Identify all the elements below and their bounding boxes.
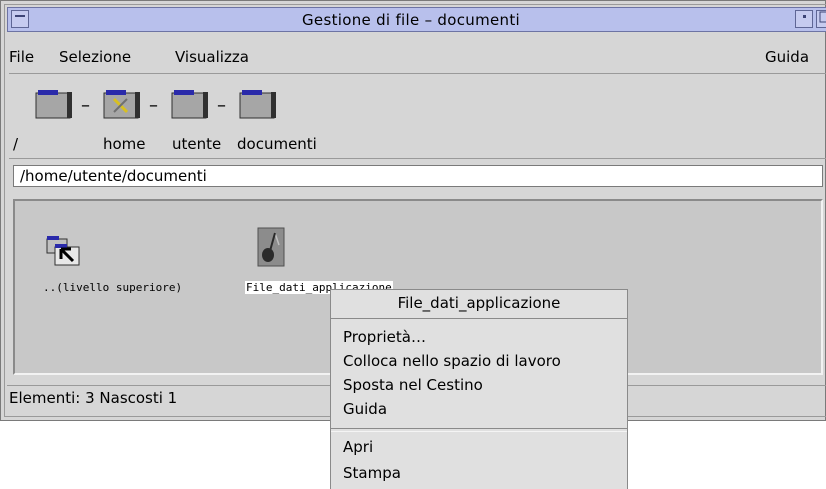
menu-item-sposta-cestino[interactable]: Sposta nel Cestino [343,376,483,394]
path-field[interactable]: /home/utente/documenti [13,165,823,187]
maximize-icon [819,11,826,23]
path-separator: – [217,95,226,116]
menu-guida[interactable]: Guida [765,48,809,66]
home-folder-icon[interactable] [103,89,141,119]
menu-file[interactable]: File [9,48,34,66]
menu-selezione[interactable]: Selezione [59,48,131,66]
path-label-home[interactable]: home [103,135,146,153]
path-label-utente[interactable]: utente [172,135,221,153]
data-file-icon[interactable] [257,227,285,267]
menu-item-proprieta[interactable]: Proprietà… [343,328,426,346]
up-folder-label[interactable]: ..(livello superiore) [43,281,182,294]
maximize-button[interactable] [816,10,826,28]
minimize-icon [803,15,806,18]
menu-item-stampa[interactable]: Stampa [343,464,401,482]
context-menu-separator [331,428,627,432]
path-label-documenti[interactable]: documenti [237,135,317,153]
up-folder-icon[interactable] [45,235,81,267]
menu-item-guida[interactable]: Guida [343,400,387,418]
window-title: Gestione di file – documenti [302,11,520,29]
path-separator: – [149,95,158,116]
menu-visualizza[interactable]: Visualizza [175,48,249,66]
path-separator: – [81,95,90,116]
menu-item-apri[interactable]: Apri [343,438,373,456]
minimize-button[interactable] [795,10,813,28]
context-menu-title: File_dati_applicazione [331,290,627,319]
status-text: Elementi: 3 Nascosti 1 [9,389,178,407]
menu-bar: File Selezione Visualizza Guida [9,43,826,71]
utente-folder-icon[interactable] [171,89,209,119]
root-folder-icon[interactable] [35,89,73,119]
menu-separator [9,73,826,74]
documenti-folder-icon[interactable] [239,89,277,119]
title-bar[interactable]: Gestione di file – documenti [7,7,826,32]
path-separator-line [9,158,826,159]
context-menu: File_dati_applicazione Proprietà… Colloc… [330,289,628,489]
menu-item-colloca[interactable]: Colloca nello spazio di lavoro [343,352,561,370]
path-label-root[interactable]: / [13,135,18,153]
